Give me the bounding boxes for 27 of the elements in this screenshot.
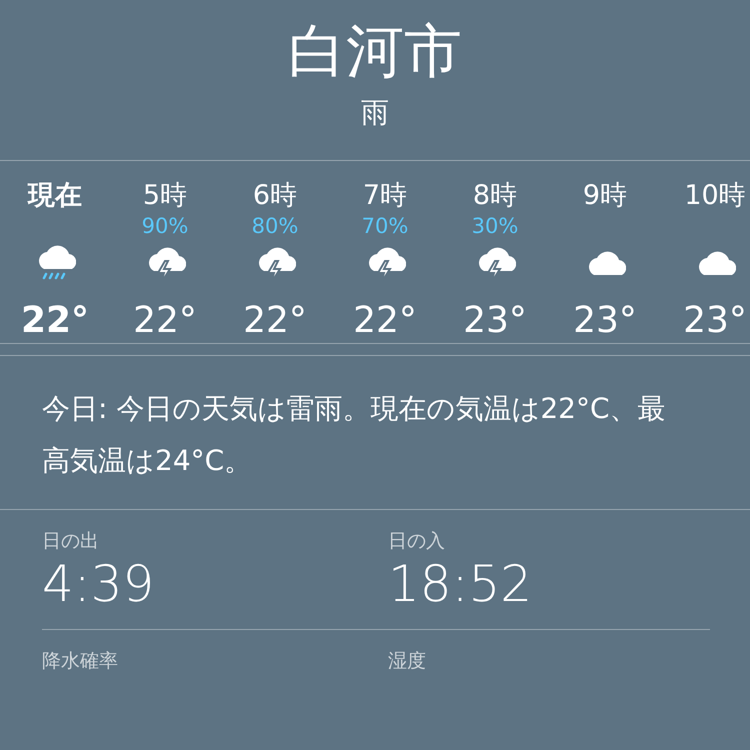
hour-temperature: 23° [463, 298, 527, 343]
hour-label: 10時 [684, 178, 746, 213]
precipitation-chance: 70% [362, 212, 408, 239]
hour-label: 6時 [252, 178, 298, 213]
detail-label: 日の出 [42, 528, 99, 554]
hour-label: 8時 [472, 178, 518, 213]
hour-temperature: 22° [243, 298, 307, 343]
hour-label: 7時 [362, 178, 408, 213]
hour-temperature: 22° [20, 298, 90, 343]
detail-label: 湿度 [388, 648, 426, 674]
city-name: 白河市 [288, 22, 462, 80]
hour-temperature: 22° [353, 298, 417, 343]
hour-label: 9時 [582, 178, 628, 213]
detail-value: 4:39 [42, 554, 154, 614]
hour-label: 現在 [28, 178, 82, 213]
precipitation-chance: 80% [252, 212, 298, 239]
precipitation-chance: 90% [142, 212, 188, 239]
hour-temperature: 23° [683, 298, 747, 343]
detail-value: 18:52 [388, 554, 532, 614]
hour-label: 5時 [142, 178, 188, 213]
daily-summary: 今日: 今日の天気は雷雨。現在の気温は22°C、最高気温は24°C。 [42, 391, 667, 480]
detail-label: 降水確率 [42, 648, 118, 674]
precipitation-chance: 30% [472, 212, 518, 239]
current-condition: 雨 [361, 95, 389, 131]
hour-temperature: 22° [133, 298, 197, 343]
detail-label: 日の入 [388, 528, 445, 554]
hour-temperature: 23° [573, 298, 637, 343]
